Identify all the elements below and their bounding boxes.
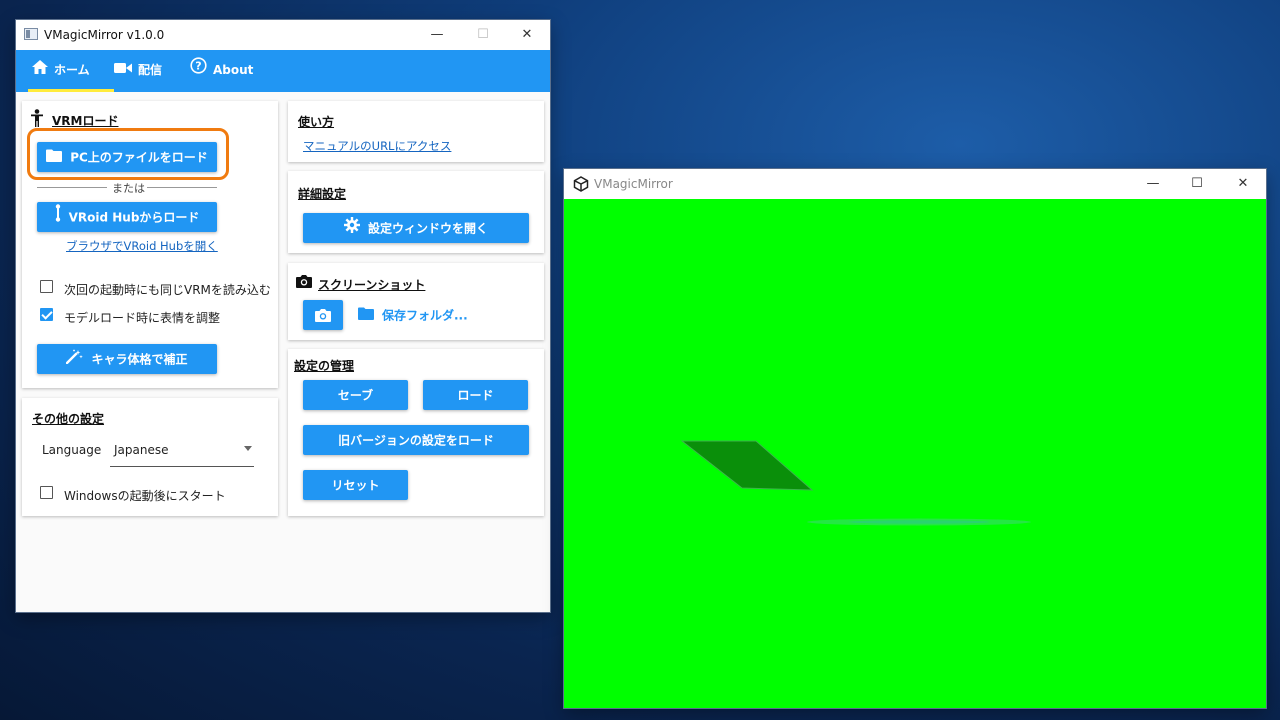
folder-icon <box>358 301 374 331</box>
manual-url-link[interactable]: マニュアルのURLにアクセス <box>303 138 451 154</box>
take-screenshot-button[interactable] <box>303 300 343 330</box>
chevron-down-icon <box>244 446 252 451</box>
language-value: Japanese <box>114 443 169 457</box>
calibrate-body-button[interactable]: キャラ体格で補正 <box>37 344 217 374</box>
svg-text:?: ? <box>195 60 201 73</box>
open-vroid-hub-link[interactable]: ブラウザでVRoid Hubを開く <box>66 238 218 254</box>
magic-wand-icon <box>66 345 84 375</box>
app-window-icon <box>24 28 38 40</box>
gear-icon <box>343 214 360 244</box>
vroid-hub-load-label: VRoid Hubからロード <box>68 210 200 225</box>
screenshot-card: スクリーンショット 保存フォルダ... <box>288 263 544 340</box>
language-label: Language <box>42 443 102 457</box>
load-old-settings-button[interactable]: 旧バージョンの設定をロード <box>303 425 529 455</box>
load-label: ロード <box>457 388 494 403</box>
minimize-button[interactable]: — <box>414 22 460 48</box>
language-select[interactable]: Japanese <box>110 436 254 467</box>
tab-broadcast[interactable]: 配信 <box>114 50 176 92</box>
person-icon <box>31 109 43 130</box>
close-button[interactable]: ✕ <box>504 22 550 48</box>
save-folder-button[interactable]: 保存フォルダ... <box>358 300 468 330</box>
scene-ground-glow-core <box>849 520 989 524</box>
tab-home-label: ホーム <box>54 63 90 77</box>
same-vrm-label: 次回の起動時にも同じVRMを読み込む <box>64 283 271 297</box>
home-icon <box>32 50 48 91</box>
camera-icon <box>296 274 312 291</box>
howto-card: 使い方 マニュアルのURLにアクセス <box>288 101 544 162</box>
render-close-button[interactable]: ✕ <box>1220 171 1266 197</box>
render-maximize-button[interactable]: ☐ <box>1174 171 1220 197</box>
reset-label: リセット <box>331 478 380 493</box>
render-window-title: VMagicMirror <box>594 177 673 191</box>
settings-management-card: 設定の管理 セーブ ロード 旧バージョンの設定をロード リセット <box>288 349 544 516</box>
video-camera-icon <box>114 50 132 91</box>
main-window: VMagicMirror v1.0.0 — ☐ ✕ ホーム 配信 ? About… <box>16 20 550 612</box>
render-window: VMagicMirror — ☐ ✕ <box>564 169 1266 708</box>
help-circle-icon: ? <box>190 50 207 91</box>
tab-about-label: About <box>213 63 254 77</box>
tab-about[interactable]: ? About <box>190 50 260 92</box>
render-viewport[interactable] <box>564 199 1266 708</box>
divider-right <box>147 187 217 188</box>
vroid-hub-load-button[interactable]: VRoid Hubからロード <box>37 202 217 232</box>
main-title-bar[interactable]: VMagicMirror v1.0.0 — ☐ ✕ <box>16 20 550 50</box>
vrm-load-title: VRMロード <box>52 114 119 128</box>
open-settings-window-button[interactable]: 設定ウィンドウを開く <box>303 213 529 243</box>
tab-bar: ホーム 配信 ? About <box>16 50 550 92</box>
maximize-button[interactable]: ☐ <box>460 22 506 48</box>
load-old-settings-label: 旧バージョンの設定をロード <box>338 433 494 448</box>
highlight-annotation <box>27 128 229 180</box>
adjust-face-label: モデルロード時に表情を調整 <box>64 311 221 325</box>
save-button[interactable]: セーブ <box>303 380 408 410</box>
windows-startup-label: Windowsの起動後にスタート <box>64 489 226 503</box>
howto-title: 使い方 <box>298 115 335 129</box>
settings-management-title: 設定の管理 <box>294 359 355 373</box>
same-vrm-checkbox[interactable] <box>40 280 53 293</box>
camera-button-icon <box>315 308 331 325</box>
other-settings-card: その他の設定 Language Japanese Windowsの起動後にスター… <box>22 398 278 516</box>
windows-startup-checkbox[interactable] <box>40 486 53 499</box>
advanced-settings-title: 詳細設定 <box>298 187 347 201</box>
other-settings-title: その他の設定 <box>32 412 105 426</box>
save-label: セーブ <box>337 388 374 403</box>
load-button[interactable]: ロード <box>423 380 528 410</box>
reset-button[interactable]: リセット <box>303 470 408 500</box>
or-text: または <box>112 182 145 195</box>
render-scene <box>680 440 1031 526</box>
tab-broadcast-label: 配信 <box>138 63 163 77</box>
open-settings-window-label: 設定ウィンドウを開く <box>367 221 488 236</box>
tab-home[interactable]: ホーム <box>28 50 114 92</box>
main-window-title: VMagicMirror v1.0.0 <box>44 28 165 42</box>
render-title-bar[interactable]: VMagicMirror — ☐ ✕ <box>564 169 1266 199</box>
screenshot-title: スクリーンショット <box>318 278 426 292</box>
advanced-settings-card: 詳細設定 設定ウィンドウを開く <box>288 171 544 253</box>
unity-logo-icon <box>573 176 589 192</box>
divider-left <box>37 187 107 188</box>
vroid-hub-icon <box>55 203 61 233</box>
adjust-face-checkbox[interactable] <box>40 308 53 321</box>
render-minimize-button[interactable]: — <box>1130 171 1176 197</box>
save-folder-label: 保存フォルダ... <box>382 308 468 323</box>
scene-flat-shape <box>680 440 814 491</box>
calibrate-body-label: キャラ体格で補正 <box>91 352 188 367</box>
